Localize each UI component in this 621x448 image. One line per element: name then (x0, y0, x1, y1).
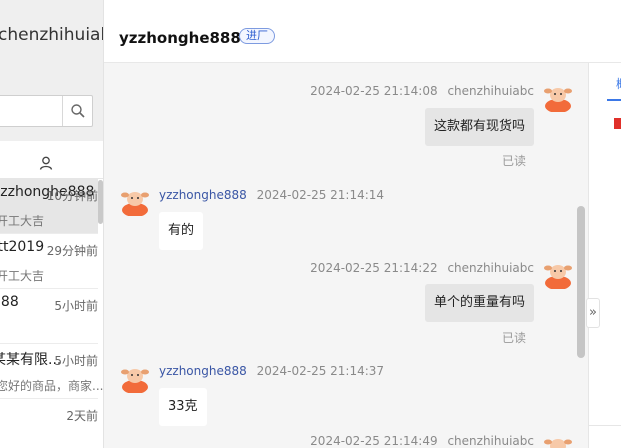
message-bubble: 33克 (159, 388, 207, 426)
sender-name[interactable]: yzzhonghe888 (159, 188, 247, 202)
conversation-sidebar: chenzhihuiabc yzzhonghe888 10分钟前 开工大吉 tt… (0, 0, 104, 448)
conversation-item[interactable]: ttt2019 29分钟前 开工大吉 (0, 234, 98, 289)
chat-scrollbar[interactable] (577, 206, 585, 358)
message-time: 2024-02-25 21:14:37 (256, 364, 385, 378)
contacts-icon[interactable] (38, 155, 54, 174)
info-panel: 概 (588, 63, 621, 448)
message-time: 2024-02-25 21:14:08 (310, 84, 438, 98)
chat-header: yzzhonghe888 进厂 (104, 13, 621, 63)
conversation-preview: 开工大吉 (0, 214, 45, 228)
active-tab-indicator (607, 99, 621, 101)
avatar[interactable] (543, 82, 573, 112)
message-meta: 2024-02-25 21:14:49 chenzhihuiabc (310, 434, 534, 448)
sender-name[interactable]: yzzhonghe888 (159, 364, 247, 378)
conversation-time: 2天前 (66, 409, 98, 423)
message-bubble: 单个的重量有吗 (424, 284, 534, 322)
message-time: 2024-02-25 21:14:22 (310, 261, 438, 275)
message-bubble: 这款都有现货吗 (424, 108, 534, 146)
conversation-item[interactable]: 888 5小时前 (0, 289, 98, 344)
search-box[interactable] (0, 95, 93, 127)
avatar[interactable] (543, 433, 573, 448)
sidebar-scrollbar[interactable] (98, 180, 103, 224)
message-meta: 2024-02-25 21:14:22 chenzhihuiabc (310, 261, 534, 275)
conversation-item[interactable]: 某某有限... 5小时前 您好的商品，商家... (0, 344, 103, 399)
conversation-preview: 开工大吉 (0, 269, 45, 283)
current-username: chenzhihuiabc (0, 25, 103, 45)
sender-name: chenzhihuiabc (447, 84, 534, 98)
message-time: 2024-02-25 21:14:14 (256, 188, 385, 202)
message-area: 2024-02-25 21:14:08 chenzhihuiabc 这款都有现货… (104, 63, 588, 448)
conversation-item[interactable]: 2天前 (0, 399, 98, 448)
chat-title: yzzhonghe888 (119, 29, 241, 47)
avatar[interactable] (543, 259, 573, 289)
conversation-name: 888 (0, 294, 19, 310)
conversation-list: yzzhonghe888 10分钟前 开工大吉 ttt2019 29分钟前 开工… (0, 179, 103, 448)
message-meta: yzzhonghe888 2024-02-25 21:14:37 (159, 364, 384, 378)
conversation-name: ttt2019 (0, 239, 45, 255)
search-icon (70, 104, 85, 118)
expand-panel-button[interactable]: » (586, 298, 600, 328)
conversation-time: 10分钟前 (46, 189, 98, 203)
message-time: 2024-02-25 21:14:49 (310, 434, 438, 448)
flag-icon (614, 118, 621, 129)
read-status: 已读 (501, 154, 526, 168)
message-bubble: 有的 (159, 212, 204, 250)
avatar[interactable] (120, 186, 150, 216)
tab-overview[interactable]: 概 (616, 75, 621, 92)
conversation-time: 5小时前 (54, 354, 98, 368)
conversation-time: 29分钟前 (46, 244, 98, 258)
divider (589, 425, 621, 426)
sidebar-tabs (0, 141, 103, 179)
conversation-time: 5小时前 (54, 299, 98, 313)
search-button[interactable] (62, 96, 92, 126)
conversation-name: 某某有限... (0, 352, 62, 368)
conversation-preview: 您好的商品，商家... (0, 379, 104, 393)
message-meta: yzzhonghe888 2024-02-25 21:14:14 (159, 188, 384, 202)
conversation-item[interactable]: yzzhonghe888 10分钟前 开工大吉 (0, 179, 98, 234)
read-status: 已读 (501, 331, 526, 345)
sender-name: chenzhihuiabc (447, 261, 534, 275)
message-meta: 2024-02-25 21:14:08 chenzhihuiabc (310, 84, 534, 98)
status-badge: 进厂 (239, 28, 275, 44)
sender-name: chenzhihuiabc (447, 434, 534, 448)
avatar[interactable] (120, 363, 150, 393)
